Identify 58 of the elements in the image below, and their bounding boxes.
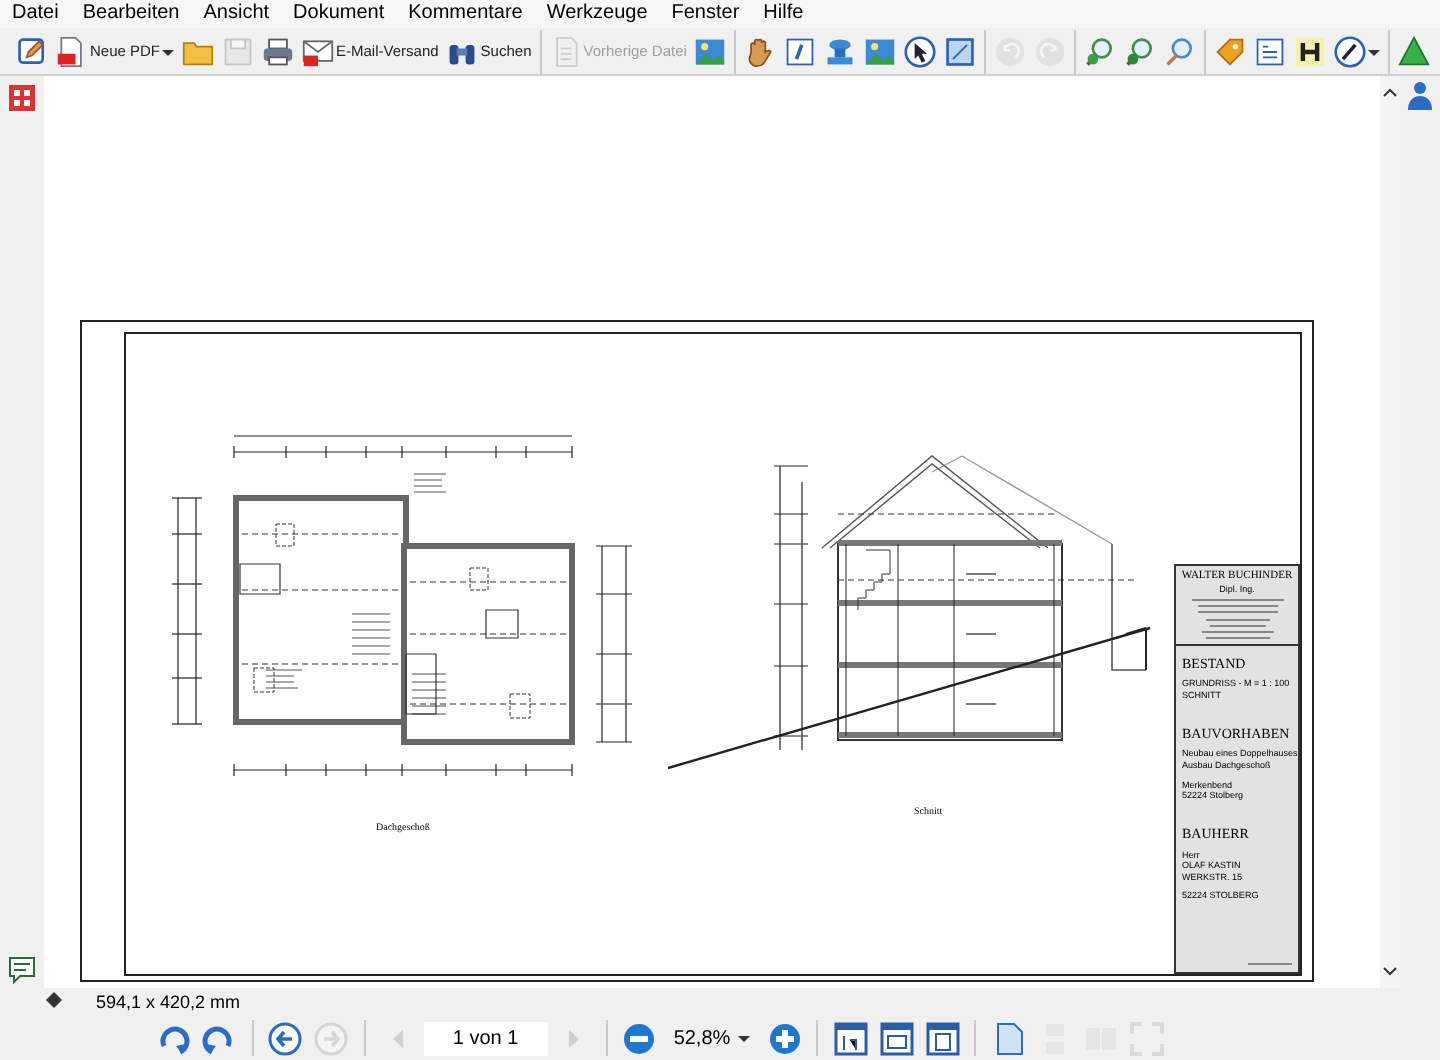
zoom-in-icon [1084, 35, 1117, 67]
fine-print-line [1248, 960, 1292, 968]
text-field-icon [784, 35, 817, 67]
page-number-field[interactable]: 1 von 1 [423, 1021, 548, 1055]
scroll-up-icon[interactable] [1382, 84, 1398, 100]
zoom-out-icon [622, 1021, 657, 1055]
crop-icon [944, 35, 977, 67]
rotate-icon [156, 1021, 191, 1055]
menu-item[interactable]: Fenster [671, 0, 740, 28]
menu-item[interactable]: Werkzeuge [546, 0, 648, 28]
stamp-icon [824, 35, 857, 67]
fit-width-icon [925, 1021, 960, 1055]
menu-item[interactable]: Hilfe [763, 0, 804, 28]
fit-window-icon [879, 1021, 914, 1055]
actual-size-icon [833, 1021, 868, 1055]
forward-icon [314, 1021, 349, 1055]
back-button[interactable] [265, 1018, 306, 1058]
hand-icon [744, 35, 777, 67]
zoom-in-icon [767, 1021, 802, 1055]
back-icon [268, 1021, 303, 1055]
highlight-icon [1294, 35, 1327, 67]
menu-item[interactable]: Dokument [293, 0, 385, 28]
picture-icon [694, 35, 727, 67]
pdf-file-icon [56, 35, 88, 67]
menu-item[interactable]: Ansicht [203, 0, 270, 28]
zoom-dropdown[interactable]: 52,8% [665, 1020, 759, 1056]
tag-icon [1214, 35, 1247, 67]
pointer-icon [904, 35, 937, 67]
printer-icon [262, 35, 295, 67]
fit-width-button[interactable] [922, 1018, 963, 1058]
pen-icon [1334, 35, 1367, 67]
menu-item[interactable]: Bearbeiten [82, 0, 180, 28]
magnifier-icon [1164, 35, 1197, 67]
form-icon [1254, 35, 1287, 67]
next-page-icon [567, 1029, 580, 1047]
menu-item[interactable]: Datei [12, 0, 59, 28]
picture-icon [864, 35, 897, 67]
previous-page-icon [391, 1029, 404, 1047]
caret-icon [162, 45, 175, 57]
zoom-out-button[interactable] [619, 1018, 660, 1058]
comment-icon[interactable] [8, 956, 36, 984]
edit-icon [16, 35, 48, 67]
page-size-text: 594,1 x 420,2 mm [96, 992, 241, 1012]
pages-panel-icon[interactable] [8, 84, 36, 112]
caret-icon [1368, 45, 1381, 57]
scroll-down-icon[interactable] [1382, 964, 1398, 980]
menu-item[interactable]: Kommentare [408, 0, 523, 28]
caret-icon [738, 1032, 751, 1044]
envelope-pdf-icon [302, 35, 335, 67]
actual-size-button[interactable] [830, 1018, 871, 1058]
rotate-icon [202, 1021, 237, 1055]
triangle-icon [1398, 35, 1431, 67]
zoom-out-icon [1124, 35, 1157, 67]
person-icon[interactable] [1404, 80, 1436, 112]
single-page-icon [991, 1021, 1026, 1055]
zoom-in-button[interactable] [764, 1018, 805, 1058]
fit-window-button[interactable] [876, 1018, 917, 1058]
floppy-icon [222, 35, 255, 67]
